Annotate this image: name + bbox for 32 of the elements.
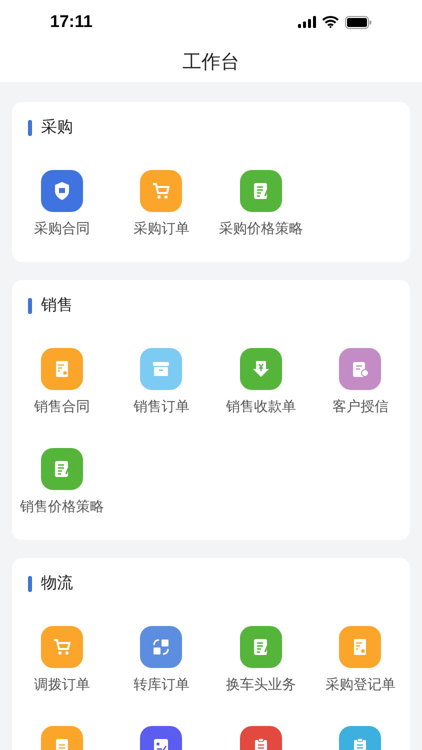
app-label: 换车头业务 bbox=[226, 676, 296, 692]
app-label: 调拨订单 bbox=[34, 676, 90, 692]
app-label: 销售价格策略 bbox=[20, 498, 104, 514]
section-marker bbox=[28, 298, 32, 314]
app-label: 销售收款单 bbox=[226, 398, 296, 414]
page-title: 工作台 bbox=[182, 50, 240, 75]
swap-squares-icon[interactable] bbox=[140, 626, 182, 668]
section-title: 销售 bbox=[41, 296, 73, 316]
cart-icon[interactable] bbox=[140, 170, 182, 212]
section-title: 物流 bbox=[41, 574, 73, 594]
section-title: 采购 bbox=[41, 118, 73, 138]
document-pen-icon[interactable] bbox=[240, 626, 282, 668]
app-label: 采购登记单 bbox=[325, 676, 396, 692]
wifi-icon bbox=[322, 16, 339, 28]
app-label: 转库订单 bbox=[133, 676, 190, 692]
shield-icon[interactable] bbox=[40, 170, 83, 212]
section-marker bbox=[28, 576, 32, 592]
document-pen-icon[interactable] bbox=[40, 448, 83, 490]
battery-icon bbox=[345, 16, 372, 28]
app-label: 采购订单 bbox=[133, 220, 190, 236]
cart-icon[interactable] bbox=[40, 626, 83, 668]
app-label: 销售订单 bbox=[133, 398, 190, 414]
app-label: 采购价格策略 bbox=[218, 220, 303, 236]
clipboard-phone-icon[interactable] bbox=[339, 348, 382, 390]
document-pen-icon[interactable] bbox=[240, 170, 282, 212]
archive-box-icon[interactable] bbox=[140, 348, 182, 390]
app-label: 客户授信 bbox=[332, 398, 388, 414]
status-time: 17:11 bbox=[50, 11, 93, 34]
section-marker bbox=[28, 120, 32, 136]
app-label: 销售合同 bbox=[34, 398, 90, 414]
app-label: 采购合同 bbox=[34, 220, 90, 236]
signal-icon bbox=[298, 16, 316, 28]
